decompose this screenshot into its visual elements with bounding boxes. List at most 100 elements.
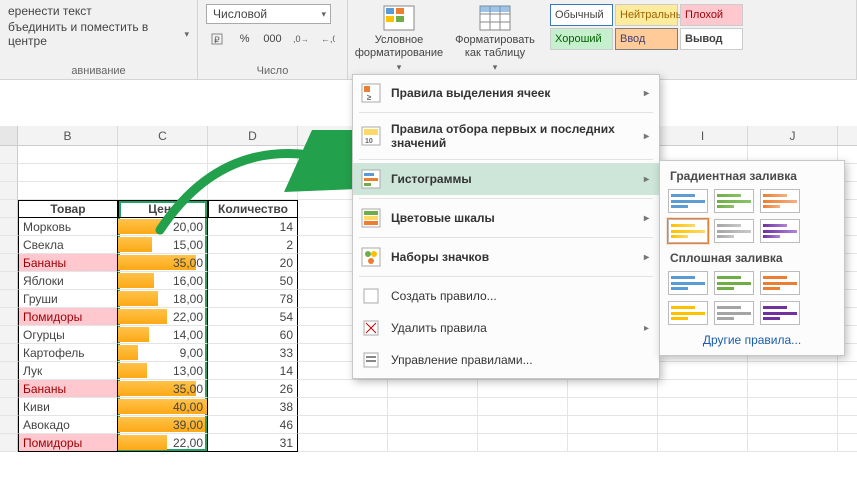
comma-button[interactable]: 000 bbox=[262, 28, 284, 50]
menu-clear-rules[interactable]: Удалить правила ▸ bbox=[353, 312, 659, 344]
number-group: Числовой ▾ ₽ % 000 ,0→ ←,0 Число bbox=[198, 0, 348, 79]
cell-price[interactable]: 15,00 bbox=[118, 236, 208, 254]
cell-product[interactable]: Яблоки bbox=[18, 272, 118, 290]
column-header[interactable]: B bbox=[18, 126, 118, 145]
cell-qty[interactable]: 26 bbox=[208, 380, 298, 398]
header-product[interactable]: Товар bbox=[18, 200, 118, 218]
svg-text:←,0: ←,0 bbox=[321, 34, 335, 44]
accounting-format-button[interactable]: ₽ bbox=[206, 28, 228, 50]
cell-product[interactable]: Свекла bbox=[18, 236, 118, 254]
cell-qty[interactable]: 14 bbox=[208, 362, 298, 380]
cell-price[interactable]: 40,00 bbox=[118, 398, 208, 416]
cell-qty[interactable]: 31 bbox=[208, 434, 298, 452]
style-good[interactable]: Хороший bbox=[550, 28, 613, 50]
gradient-fill-heading: Градиентная заливка bbox=[670, 169, 836, 183]
cell-price[interactable]: 39,00 bbox=[118, 416, 208, 434]
cell-product[interactable]: Бананы bbox=[18, 254, 118, 272]
menu-color-scales[interactable]: Цветовые шкалы ▸ bbox=[353, 202, 659, 234]
gradient-bar-swatch[interactable] bbox=[714, 219, 754, 243]
percent-button[interactable]: % bbox=[234, 28, 256, 50]
style-normal[interactable]: Обычный bbox=[550, 4, 613, 26]
gradient-bar-swatch[interactable] bbox=[668, 189, 708, 213]
solid-bar-swatch[interactable] bbox=[668, 301, 708, 325]
style-output[interactable]: Вывод bbox=[680, 28, 743, 50]
cell-product[interactable]: Картофель bbox=[18, 344, 118, 362]
header-qty[interactable]: Количество bbox=[208, 200, 298, 218]
wrap-text-button[interactable]: еренести текст bbox=[8, 4, 189, 18]
cell-product[interactable]: Морковь bbox=[18, 218, 118, 236]
cell-price[interactable]: 35,00 bbox=[118, 380, 208, 398]
cell-price[interactable]: 13,00 bbox=[118, 362, 208, 380]
cell-product[interactable]: Помидоры bbox=[18, 434, 118, 452]
cell-price[interactable]: 20,00 bbox=[118, 218, 208, 236]
cell-price[interactable]: 22,00 bbox=[118, 308, 208, 326]
cell-product[interactable]: Огурцы bbox=[18, 326, 118, 344]
alignment-group: еренести текст бъединить и поместить в ц… bbox=[0, 0, 198, 79]
other-rules-link[interactable]: Другие правила... bbox=[668, 333, 836, 347]
menu-data-bars[interactable]: Гистограммы ▸ bbox=[353, 163, 659, 195]
conditional-formatting-button[interactable]: Условное форматирование▾ bbox=[354, 4, 444, 73]
column-header[interactable] bbox=[0, 126, 18, 145]
chevron-down-icon: ▾ bbox=[321, 9, 326, 20]
solid-bar-swatch[interactable] bbox=[714, 271, 754, 295]
cell-qty[interactable]: 50 bbox=[208, 272, 298, 290]
chevron-right-icon: ▸ bbox=[644, 174, 649, 185]
cell-price[interactable]: 9,00 bbox=[118, 344, 208, 362]
svg-text:,0→: ,0→ bbox=[293, 34, 307, 44]
cell-product[interactable]: Бананы bbox=[18, 380, 118, 398]
cell-qty[interactable]: 46 bbox=[208, 416, 298, 434]
cell-qty[interactable]: 14 bbox=[208, 218, 298, 236]
menu-icon-sets[interactable]: Наборы значков ▸ bbox=[353, 241, 659, 273]
solid-bar-swatch[interactable] bbox=[668, 271, 708, 295]
cell-qty[interactable]: 54 bbox=[208, 308, 298, 326]
style-neutral[interactable]: Нейтральный bbox=[615, 4, 678, 26]
column-header[interactable]: I bbox=[658, 126, 748, 145]
cell-price[interactable]: 14,00 bbox=[118, 326, 208, 344]
gradient-bar-swatch[interactable] bbox=[760, 189, 800, 213]
style-bad[interactable]: Плохой bbox=[680, 4, 743, 26]
format-as-table-button[interactable]: Форматировать как таблицу▾ bbox=[450, 4, 540, 73]
alignment-group-label: авнивание bbox=[8, 65, 189, 77]
svg-text:10: 10 bbox=[365, 138, 373, 145]
increase-decimal-button[interactable]: ,0→ bbox=[289, 28, 311, 50]
chevron-right-icon: ▸ bbox=[644, 88, 649, 99]
decrease-decimal-button[interactable]: ←,0 bbox=[317, 28, 339, 50]
gradient-bar-swatch[interactable] bbox=[714, 189, 754, 213]
menu-new-rule[interactable]: Создать правило... bbox=[353, 280, 659, 312]
cell-qty[interactable]: 33 bbox=[208, 344, 298, 362]
styles-group: Условное форматирование▾ Форматировать к… bbox=[348, 0, 857, 79]
cell-price[interactable]: 35,00 bbox=[118, 254, 208, 272]
cell-product[interactable]: Киви bbox=[18, 398, 118, 416]
cell-product[interactable]: Авокадо bbox=[18, 416, 118, 434]
cell-qty[interactable]: 2 bbox=[208, 236, 298, 254]
cell-styles-gallery[interactable]: Обычный Нейтральный Плохой Хороший Ввод … bbox=[550, 4, 743, 50]
cell-price[interactable]: 16,00 bbox=[118, 272, 208, 290]
style-input[interactable]: Ввод bbox=[615, 28, 678, 50]
cell-price[interactable]: 18,00 bbox=[118, 290, 208, 308]
cell-product[interactable]: Лук bbox=[18, 362, 118, 380]
menu-manage-rules[interactable]: Управление правилами... bbox=[353, 344, 659, 376]
chevron-down-icon: ▾ bbox=[184, 29, 189, 40]
solid-bar-swatch[interactable] bbox=[760, 271, 800, 295]
cell-qty[interactable]: 38 bbox=[208, 398, 298, 416]
column-header[interactable]: K bbox=[838, 126, 857, 145]
menu-highlight-rules[interactable]: ≥ Правила выделения ячеек ▸ bbox=[353, 77, 659, 109]
svg-text:₽: ₽ bbox=[214, 35, 220, 45]
column-header[interactable]: J bbox=[748, 126, 838, 145]
cell-qty[interactable]: 20 bbox=[208, 254, 298, 272]
cell-product[interactable]: Помидоры bbox=[18, 308, 118, 326]
merge-center-button[interactable]: бъединить и поместить в центре ▾ bbox=[8, 20, 189, 48]
cell-product[interactable]: Груши bbox=[18, 290, 118, 308]
number-format-combo[interactable]: Числовой ▾ bbox=[206, 4, 331, 24]
menu-top-bottom-rules[interactable]: 10 Правила отбора первых и последних зна… bbox=[353, 116, 659, 156]
solid-bar-swatch[interactable] bbox=[760, 301, 800, 325]
header-price[interactable]: Цена bbox=[118, 200, 208, 218]
solid-bar-swatch[interactable] bbox=[714, 301, 754, 325]
cell-price[interactable]: 22,00 bbox=[118, 434, 208, 452]
cell-qty[interactable]: 60 bbox=[208, 326, 298, 344]
column-header[interactable]: C bbox=[118, 126, 208, 145]
column-header[interactable]: D bbox=[208, 126, 298, 145]
gradient-bar-swatch[interactable] bbox=[760, 219, 800, 243]
cell-qty[interactable]: 78 bbox=[208, 290, 298, 308]
gradient-bar-swatch[interactable] bbox=[668, 219, 708, 243]
